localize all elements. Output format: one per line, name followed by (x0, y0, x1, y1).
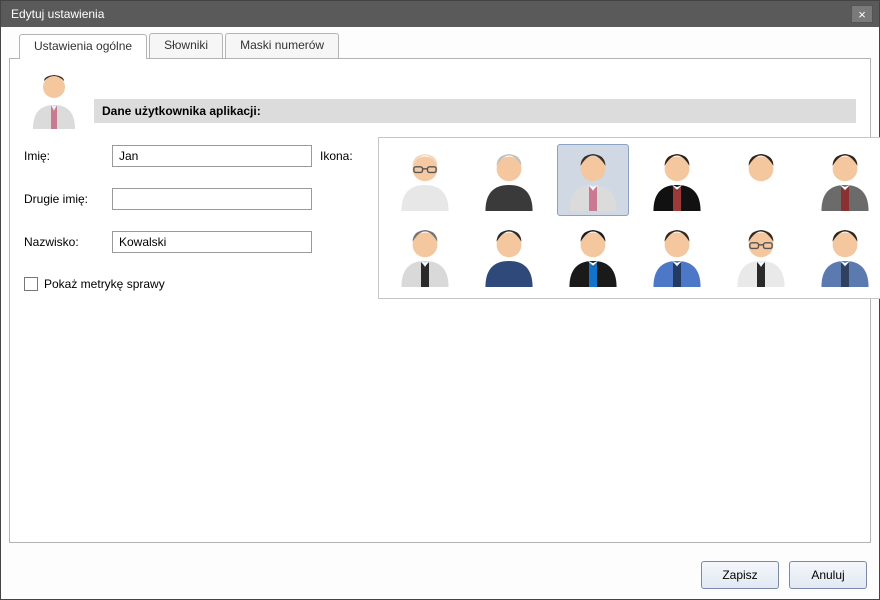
middle-name-field[interactable] (112, 188, 312, 210)
avatar-option[interactable] (473, 144, 545, 216)
window-title: Edytuj ustawienia (11, 7, 851, 21)
avatar-option[interactable] (473, 220, 545, 292)
first-name-field[interactable] (112, 145, 312, 167)
tabpanel-general: Dane użytkownika aplikacji: Imię: Drugie… (9, 58, 871, 543)
avatar-option[interactable] (557, 220, 629, 292)
label-middle-name: Drugie imię: (24, 192, 104, 206)
avatar-option[interactable] (809, 144, 880, 216)
label-first-name: Imię: (24, 149, 104, 163)
client-area: Ustawienia ogólne Słowniki Maski numerów… (1, 27, 879, 551)
avatar-option[interactable] (641, 144, 713, 216)
cancel-button[interactable]: Anuluj (789, 561, 867, 589)
show-metrics-checkbox[interactable] (24, 277, 38, 291)
avatar-option[interactable] (557, 144, 629, 216)
tab-general[interactable]: Ustawienia ogólne (19, 34, 147, 59)
last-name-field[interactable] (112, 231, 312, 253)
close-icon[interactable]: × (851, 5, 873, 23)
tab-number-masks[interactable]: Maski numerów (225, 33, 339, 58)
tab-dictionaries[interactable]: Słowniki (149, 33, 223, 58)
form-grid: Imię: Drugie imię: Nazwisko: Pokaż metry… (24, 137, 856, 299)
show-metrics-label: Pokaż metrykę sprawy (44, 277, 165, 291)
save-button[interactable]: Zapisz (701, 561, 779, 589)
avatar-option[interactable] (725, 144, 797, 216)
avatar-option[interactable] (809, 220, 880, 292)
avatar-option[interactable] (389, 144, 461, 216)
settings-window: Edytuj ustawienia × Ustawienia ogólne Sł… (0, 0, 880, 600)
dialog-footer: Zapisz Anuluj (1, 551, 879, 599)
avatar-picker (378, 137, 880, 299)
show-metrics-row[interactable]: Pokaż metrykę sprawy (24, 277, 312, 291)
avatar-option[interactable] (641, 220, 713, 292)
label-icon: Ikona: (320, 149, 370, 163)
section-title: Dane użytkownika aplikacji: (94, 99, 856, 123)
section-header-row: Dane użytkownika aplikacji: (24, 69, 856, 129)
titlebar: Edytuj ustawienia × (1, 1, 879, 27)
avatar-option[interactable] (389, 220, 461, 292)
tab-strip: Ustawienia ogólne Słowniki Maski numerów (19, 33, 871, 58)
avatar-option[interactable] (725, 220, 797, 292)
user-header-icon (24, 69, 84, 129)
label-last-name: Nazwisko: (24, 235, 104, 249)
